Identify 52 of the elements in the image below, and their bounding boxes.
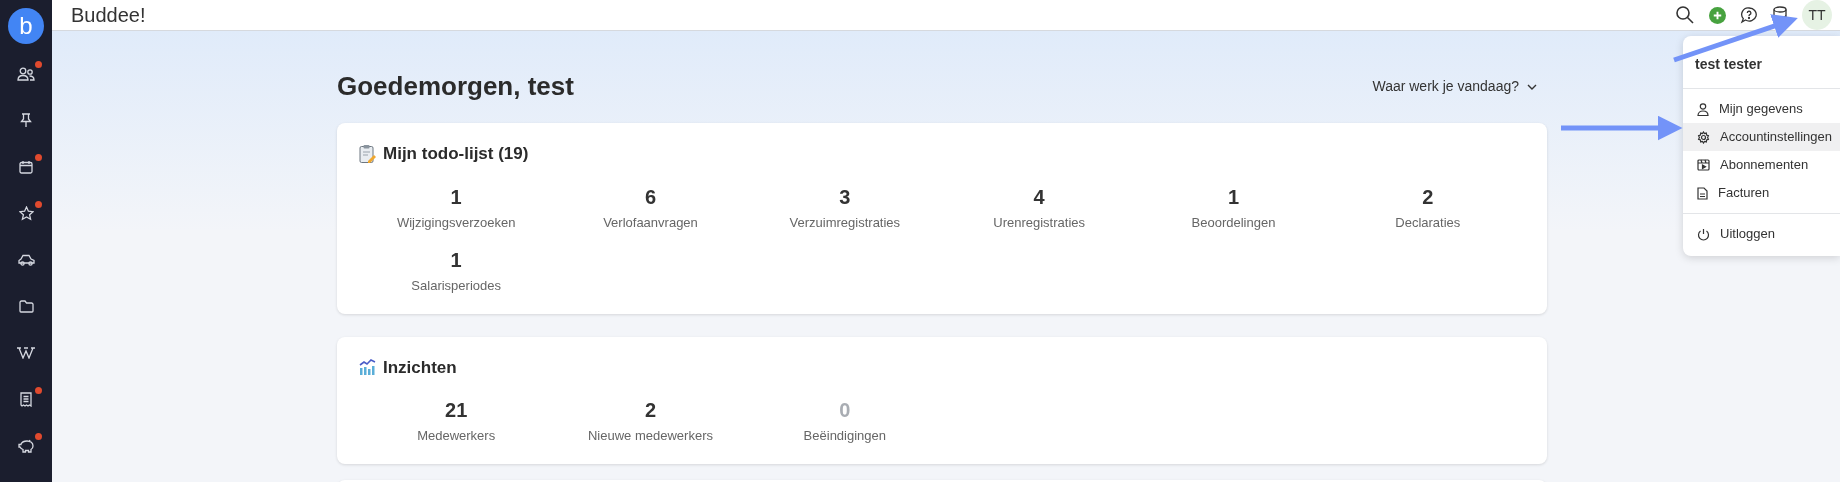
stat-count[interactable]: 21 <box>445 396 468 424</box>
search-icon[interactable] <box>1675 5 1695 25</box>
user-name: test tester <box>1695 56 1762 72</box>
menu-item[interactable]: Accountinstellingen <box>1683 123 1840 151</box>
card-title: Mijn todo-lijst (19) <box>383 143 529 165</box>
stat-count[interactable]: 4 <box>1033 182 1045 211</box>
document-icon <box>1697 186 1708 200</box>
people-icon <box>17 67 35 82</box>
stat-count[interactable]: 1 <box>1227 182 1240 211</box>
app-title: Buddee! <box>71 3 146 28</box>
stat-count[interactable]: 2 <box>1422 182 1434 211</box>
car-icon <box>17 254 35 267</box>
menu-item[interactable]: Abonnementen <box>1683 151 1840 179</box>
stat-label: Salarisperiodes <box>411 277 501 295</box>
stat-count[interactable]: 2 <box>644 396 657 424</box>
stat-count[interactable]: 1 <box>450 182 462 211</box>
wiki-icon <box>17 347 35 360</box>
location-dropdown[interactable]: Waar werk je vandaag? <box>1372 76 1547 97</box>
stat-label: Verzuimregistraties <box>789 213 901 232</box>
add-icon[interactable] <box>1709 6 1726 24</box>
menu-item[interactable]: Uitloggen <box>1683 220 1840 248</box>
chart-icon <box>359 359 377 376</box>
user-icon <box>1697 102 1709 116</box>
stat-label: Wijzigingsverzoeken <box>396 213 516 232</box>
star-icon <box>18 206 34 222</box>
stat-label: Beoordelingen <box>1191 213 1276 232</box>
help-icon[interactable] <box>1740 6 1758 24</box>
stat-label: Urenregistraties <box>993 213 1086 232</box>
card-title: Inzichten <box>383 356 457 379</box>
receipt-icon <box>20 392 32 408</box>
stat-label: Beëindigingen <box>803 427 886 445</box>
stat-label: Nieuwe medewerkers <box>588 427 713 445</box>
stat-label: Medewerkers <box>417 427 496 445</box>
menu-item[interactable]: Mijn gegevens <box>1683 95 1840 123</box>
pin-icon <box>20 113 32 129</box>
media-icon <box>1697 159 1710 171</box>
clipboard-icon <box>359 143 377 164</box>
stat-label: Verlofaanvragen <box>603 213 698 232</box>
stat-count[interactable]: 6 <box>644 182 657 211</box>
stat-count[interactable]: 1 <box>450 246 462 274</box>
app-logo[interactable]: b <box>8 8 44 44</box>
settings-icon <box>1697 130 1710 144</box>
folder-icon <box>18 300 34 314</box>
chevron-down-icon <box>1527 83 1537 90</box>
stat-label: Declaraties <box>1395 213 1461 232</box>
menu-item[interactable]: Facturen <box>1683 179 1840 207</box>
piggy-bank-icon <box>17 439 35 454</box>
stat-count[interactable]: 3 <box>839 182 851 211</box>
calendar-icon <box>19 160 33 175</box>
user-avatar[interactable]: TT <box>1802 0 1832 30</box>
greeting-heading: Goedemorgen, test <box>337 70 574 103</box>
power-icon <box>1697 227 1710 241</box>
